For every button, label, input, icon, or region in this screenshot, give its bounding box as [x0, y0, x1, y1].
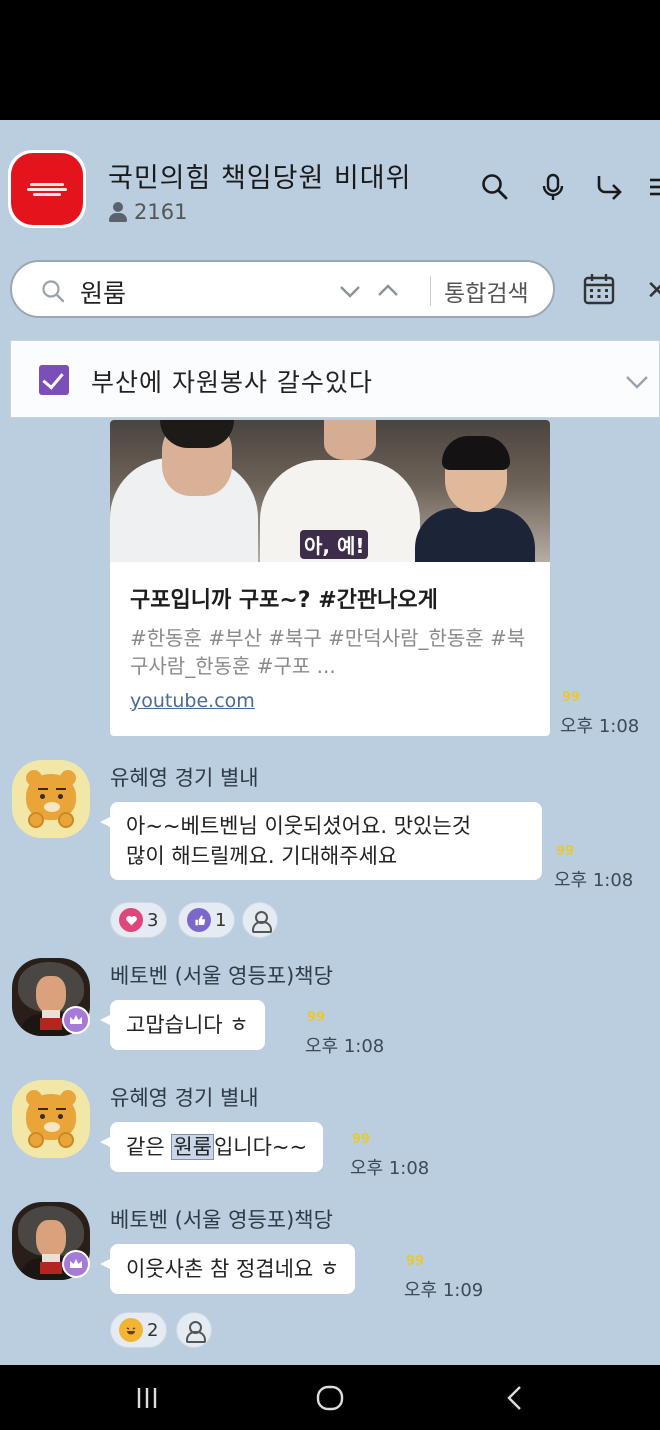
sender-name: 베토벤 (서울 영등포)책당 — [110, 1208, 333, 1232]
message-text: 이웃사촌 참 정겹네요 ㅎ — [126, 1257, 340, 1281]
message-time: 오후 1:08 — [305, 1036, 385, 1057]
message-bubble[interactable]: 고맙습니다 ㅎ — [100, 1000, 265, 1050]
reaction-count: 1 — [215, 909, 227, 931]
chat-room: 국민의힘 책임당원 비대위 2161 원룸 통합검색 ✕ 부산에 자원봉사 갈수… — [0, 120, 660, 1365]
thumbs-up-reaction-icon — [187, 908, 211, 932]
message-line: 많이 해드릴께요. 기대해주세요 — [126, 844, 398, 868]
search-query[interactable]: 원룸 — [80, 274, 126, 310]
video-thumbnail[interactable]: 아, 예! — [110, 420, 550, 562]
status-bar-area — [0, 0, 660, 120]
message-time: 오후 1:08 — [560, 716, 640, 737]
heart-reaction-icon — [119, 908, 143, 932]
link-preview-card[interactable]: 아, 예! 구포입니까 구포~? #간판나오게 #한동훈 #부산 #북구 #만덕… — [110, 420, 550, 736]
member-count[interactable]: 2161 — [108, 200, 187, 224]
sender-name: 유혜영 경기 별내 — [110, 766, 259, 790]
read-marker: 99 — [307, 1010, 326, 1025]
read-marker: 99 — [406, 1254, 425, 1269]
link-domain[interactable]: youtube.com — [130, 690, 255, 712]
reaction-people-icon — [186, 1321, 206, 1343]
message-bubble[interactable]: 같은 원룸입니다~~ — [99, 1122, 324, 1172]
sender-name: 유혜영 경기 별내 — [110, 1086, 259, 1110]
add-reaction-button[interactable] — [176, 1312, 212, 1348]
reaction-heart[interactable]: 3 — [110, 902, 168, 938]
add-reaction-button[interactable] — [242, 902, 278, 938]
close-search-icon[interactable]: ✕ — [646, 276, 660, 306]
laugh-reaction-icon — [119, 1318, 143, 1342]
link-description: #한동훈 #부산 #북구 #만덕사람_한동훈 #북구사람_한동훈 #구포 ... — [130, 626, 526, 678]
thumbnail-caption: 아, 예! — [300, 530, 369, 559]
back-icon[interactable] — [500, 1383, 530, 1413]
search-field-icon — [42, 280, 65, 303]
microphone-icon[interactable] — [536, 170, 570, 204]
system-navigation-bar — [0, 1365, 660, 1430]
reaction-count: 3 — [147, 909, 159, 931]
crown-icon — [62, 1250, 90, 1278]
menu-icon[interactable] — [646, 170, 660, 204]
avatar[interactable] — [12, 760, 90, 838]
home-icon[interactable] — [315, 1383, 345, 1413]
room-logo — [11, 153, 83, 225]
sender-name: 베토벤 (서울 영등포)책당 — [110, 964, 333, 988]
avatar[interactable] — [12, 1080, 90, 1158]
member-count-value: 2161 — [134, 200, 188, 224]
read-marker: 99 — [352, 1132, 371, 1147]
calendar-icon[interactable] — [582, 272, 616, 306]
message-time: 오후 1:09 — [404, 1280, 484, 1301]
message-time: 오후 1:08 — [350, 1158, 430, 1179]
message-line: 아~~베트벤님 이웃되셨어요. 맛있는것 — [126, 814, 472, 838]
link-title: 구포입니까 구포~? #간판나오게 — [130, 588, 438, 613]
room-avatar[interactable] — [8, 150, 86, 228]
share-arrow-icon[interactable] — [592, 170, 626, 204]
search-divider — [430, 276, 431, 306]
message-time: 오후 1:08 — [554, 870, 634, 891]
notice-text: 부산에 자원봉사 갈수있다 — [91, 368, 373, 397]
reaction-count: 2 — [147, 1319, 159, 1341]
search-icon[interactable] — [478, 170, 512, 204]
message-bubble[interactable]: 이웃사촌 참 정겹네요 ㅎ — [99, 1244, 356, 1294]
integrated-search-button[interactable]: 통합검색 — [444, 274, 529, 308]
message-search-box[interactable]: 원룸 통합검색 — [10, 260, 555, 318]
members-icon — [108, 202, 128, 222]
reaction-laugh[interactable]: 2 — [110, 1312, 168, 1348]
search-highlight: 원룸 — [171, 1134, 214, 1160]
checkbox-icon — [39, 365, 69, 395]
reaction-thumbs-up[interactable]: 1 — [178, 902, 236, 938]
read-marker: 99 — [562, 690, 581, 705]
message-text-after: 입니다~~ — [213, 1135, 308, 1159]
room-title: 국민의힘 책임당원 비대위 — [108, 163, 412, 194]
message-text: 고맙습니다 ㅎ — [126, 1013, 249, 1037]
message-bubble[interactable]: 아~~베트벤님 이웃되셨어요. 맛있는것 많이 해드릴께요. 기대해주세요 — [100, 802, 542, 880]
chevron-up-icon[interactable] — [376, 279, 400, 303]
reaction-people-icon — [252, 911, 272, 933]
chevron-down-icon[interactable] — [623, 367, 651, 395]
crown-icon — [62, 1006, 90, 1034]
message-text-before: 같은 — [126, 1135, 172, 1159]
pinned-notice[interactable]: 부산에 자원봉사 갈수있다 — [10, 340, 660, 418]
read-marker: 99 — [556, 844, 575, 859]
chevron-down-icon[interactable] — [338, 279, 362, 303]
recent-apps-icon[interactable] — [132, 1383, 162, 1413]
